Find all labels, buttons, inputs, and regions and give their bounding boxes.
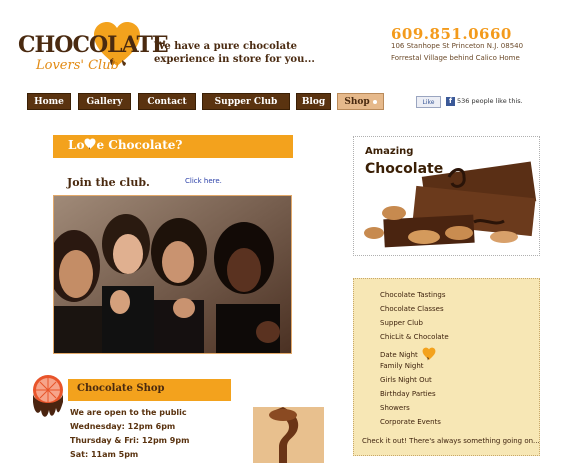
chocolate-pour-image [253,407,324,463]
heart-icon [422,347,436,361]
love-heading-part1: Lo [68,138,85,152]
hours-saturday: Sat: 11am 5pm [70,450,139,459]
logo[interactable]: CHOCOLATE Lovers' Club [16,20,169,82]
nav-shop[interactable]: Shop [337,93,384,110]
chocolate-label: Chocolate [365,161,444,177]
shop-open-text: We are open to the public [70,408,187,417]
join-the-club-text: Join the club. [67,176,150,189]
logo-title: CHOCOLATE [18,32,169,58]
address-line-1: 106 Stanhope St Princeton N.J. 08540 [391,42,524,50]
click-here-link[interactable]: Click here. [185,177,222,185]
orange-slice-icon [33,375,63,417]
event-chocolate-classes[interactable]: Chocolate Classes [380,305,444,313]
event-girls-night-out[interactable]: Girls Night Out [380,376,432,384]
love-heading-part2: e Chocolate? [96,138,183,152]
event-chocolate-tastings[interactable]: Chocolate Tastings [380,291,446,299]
event-corporate-events[interactable]: Corporate Events [380,418,441,426]
facebook-icon: f [446,97,455,106]
event-supper-club[interactable]: Supper Club [380,319,423,327]
chocolate-shop-title: Chocolate Shop [77,383,165,394]
nav-home[interactable]: Home [27,93,71,110]
nav-contact[interactable]: Contact [138,93,196,110]
group-photo [53,195,292,354]
hours-wednesday: Wednesday: 12pm 6pm [70,422,176,431]
tagline: We have a pure chocolate experience in s… [154,41,315,65]
tag-hole-icon [372,99,377,104]
event-date-night[interactable]: Date Night [380,347,436,361]
logo-subtitle: Lovers' Club [36,58,119,73]
facebook-like-button[interactable]: Like [416,96,441,108]
heart-icon [84,138,96,150]
event-birthday-parties[interactable]: Birthday Parties [380,390,436,398]
amazing-label: Amazing [365,146,414,157]
like-count: 536 people like this. [457,97,523,105]
nav-gallery[interactable]: Gallery [78,93,131,110]
event-family-night[interactable]: Family Night [380,362,424,370]
event-chiclit-chocolate[interactable]: ChicLit & Chocolate [380,333,449,341]
address-line-2: Forrestal Village behind Calico Home [391,54,520,62]
hours-thursday-friday: Thursday & Fri: 12pm 9pm [70,436,190,445]
event-showers[interactable]: Showers [380,404,410,412]
chocolate-pour-photo [253,407,324,463]
nav-blog[interactable]: Blog [296,93,331,110]
group-photo-image [54,196,291,353]
love-chocolate-heading: Lo e Chocolate? [68,138,182,152]
events-note: Check it out! There's always something g… [362,437,540,445]
phone-number: 609.851.0660 [391,25,512,43]
event-date-night-label: Date Night [380,351,418,359]
nav-supper-club[interactable]: Supper Club [202,93,290,110]
nav-shop-label: Shop [344,97,370,107]
